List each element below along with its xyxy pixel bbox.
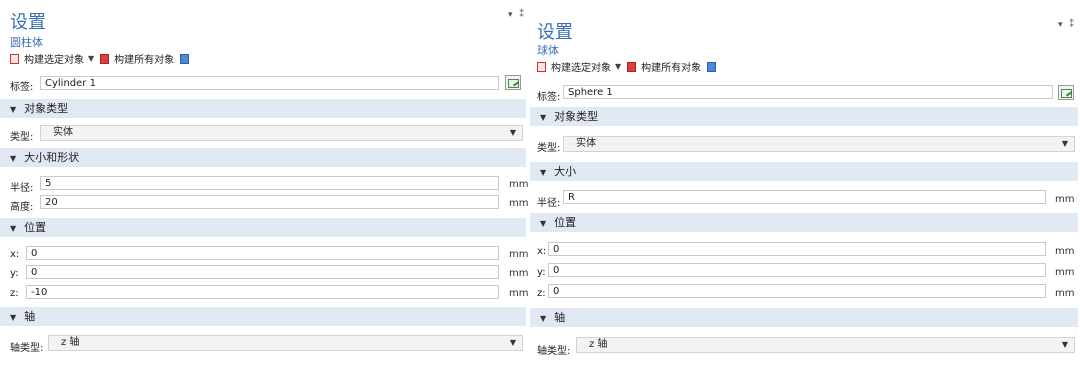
radius-unit: mm (509, 179, 529, 190)
y-input[interactable]: 0 (26, 265, 499, 279)
chevron-down-icon: ▼ (1061, 340, 1068, 349)
build-toolbar: 构建选定对象 ▼ 构建所有对象 (10, 51, 190, 66)
z-unit: mm (1055, 288, 1075, 299)
x-label: x: (537, 246, 547, 257)
cylinder-settings-panel: 设置 ▾ ⁑ 圆柱体 构建选定对象 ▼ 构建所有对象 标签: Cylinder … (0, 0, 528, 371)
panel-title: 设置 (537, 22, 573, 43)
collapse-triangle-icon: ▼ (10, 105, 17, 114)
y-input[interactable]: 0 (548, 263, 1046, 277)
edit-label-icon[interactable] (505, 75, 521, 90)
collapse-triangle-icon: ▼ (10, 313, 17, 322)
section-axis[interactable]: ▼ 轴 (0, 307, 526, 326)
y-unit: mm (509, 268, 529, 279)
y-label: y: (10, 268, 19, 279)
radius-label: 半径: (537, 198, 561, 209)
label-input[interactable]: Sphere 1 (563, 85, 1053, 99)
collapse-triangle-icon: ▼ (540, 113, 547, 122)
build-toolbar: 构建选定对象 ▼ 构建所有对象 (537, 59, 717, 74)
x-input[interactable]: 0 (548, 242, 1046, 256)
panel-window-controls[interactable]: ▾ ⁑ (508, 10, 526, 20)
collapse-triangle-icon: ▼ (540, 168, 547, 177)
type-label: 类型: (10, 132, 34, 143)
panel-window-controls[interactable]: ▾ ⁑ (1058, 20, 1076, 30)
type-label: 类型: (537, 143, 561, 154)
collapse-triangle-icon: ▼ (540, 219, 547, 228)
axis-type-label: 轴类型: (10, 343, 44, 354)
edit-label-icon[interactable] (1058, 85, 1074, 100)
x-input[interactable]: 0 (26, 246, 499, 260)
label-field-label: 标签: (537, 92, 561, 103)
height-label: 高度: (10, 202, 34, 213)
z-label: z: (537, 288, 546, 299)
chevron-down-icon: ▼ (509, 338, 516, 347)
height-unit: mm (509, 198, 529, 209)
build-all-button[interactable]: 构建所有对象 (641, 59, 701, 74)
x-unit: mm (1055, 246, 1075, 257)
label-field-label: 标签: (10, 82, 34, 93)
section-size[interactable]: ▼ 大小 (530, 162, 1078, 181)
z-label: z: (10, 288, 19, 299)
y-unit: mm (1055, 267, 1075, 278)
chevron-down-icon[interactable]: ▼ (615, 62, 621, 71)
collapse-triangle-icon: ▼ (540, 314, 547, 323)
z-input[interactable]: -10 (26, 285, 499, 299)
axis-type-select[interactable]: z 轴 ▼ (576, 337, 1075, 353)
build-all-icon[interactable] (627, 61, 637, 72)
z-unit: mm (509, 288, 529, 299)
build-options-icon[interactable] (180, 53, 190, 64)
build-options-icon[interactable] (707, 61, 717, 72)
section-size-shape[interactable]: ▼ 大小和形状 (0, 148, 526, 167)
panel-title: 设置 (10, 12, 46, 33)
height-input[interactable]: 20 (40, 195, 499, 209)
x-unit: mm (509, 249, 529, 260)
chevron-down-icon: ▼ (509, 128, 516, 137)
axis-type-select-value: z 轴 (589, 339, 608, 350)
radius-input[interactable]: 5 (40, 176, 499, 190)
type-select-value: 实体 (53, 127, 73, 138)
x-label: x: (10, 249, 20, 260)
chevron-down-icon[interactable]: ▼ (88, 54, 94, 63)
collapse-triangle-icon: ▼ (10, 154, 17, 163)
axis-type-select[interactable]: z 轴 ▼ (48, 335, 523, 351)
build-selected-icon[interactable] (10, 53, 19, 64)
section-axis[interactable]: ▼ 轴 (530, 308, 1078, 327)
build-all-button[interactable]: 构建所有对象 (114, 51, 174, 66)
panel-subtitle: 球体 (537, 44, 559, 57)
type-select-value: 实体 (576, 138, 596, 149)
section-object-type[interactable]: ▼ 对象类型 (530, 107, 1078, 126)
type-select[interactable]: 实体 ▼ (40, 125, 523, 141)
sphere-settings-panel: 设置 ▾ ⁑ 球体 构建选定对象 ▼ 构建所有对象 标签: Sphere 1 ▼… (530, 6, 1080, 371)
z-input[interactable]: 0 (548, 284, 1046, 298)
radius-unit: mm (1055, 194, 1075, 205)
label-input[interactable]: Cylinder 1 (40, 76, 499, 90)
axis-type-label: 轴类型: (537, 346, 571, 357)
section-position[interactable]: ▼ 位置 (0, 218, 526, 237)
radius-label: 半径: (10, 183, 34, 194)
panel-subtitle: 圆柱体 (10, 36, 43, 49)
section-object-type[interactable]: ▼ 对象类型 (0, 99, 526, 118)
axis-type-select-value: z 轴 (61, 337, 80, 348)
build-selected-icon[interactable] (537, 61, 546, 72)
build-all-icon[interactable] (100, 53, 110, 64)
build-selected-button[interactable]: 构建选定对象 (24, 51, 84, 66)
build-selected-button[interactable]: 构建选定对象 (551, 59, 611, 74)
section-position[interactable]: ▼ 位置 (530, 213, 1078, 232)
collapse-triangle-icon: ▼ (10, 224, 17, 233)
radius-input[interactable]: R (563, 190, 1046, 204)
y-label: y: (537, 267, 546, 278)
chevron-down-icon: ▼ (1061, 139, 1068, 148)
type-select[interactable]: 实体 ▼ (563, 136, 1075, 152)
